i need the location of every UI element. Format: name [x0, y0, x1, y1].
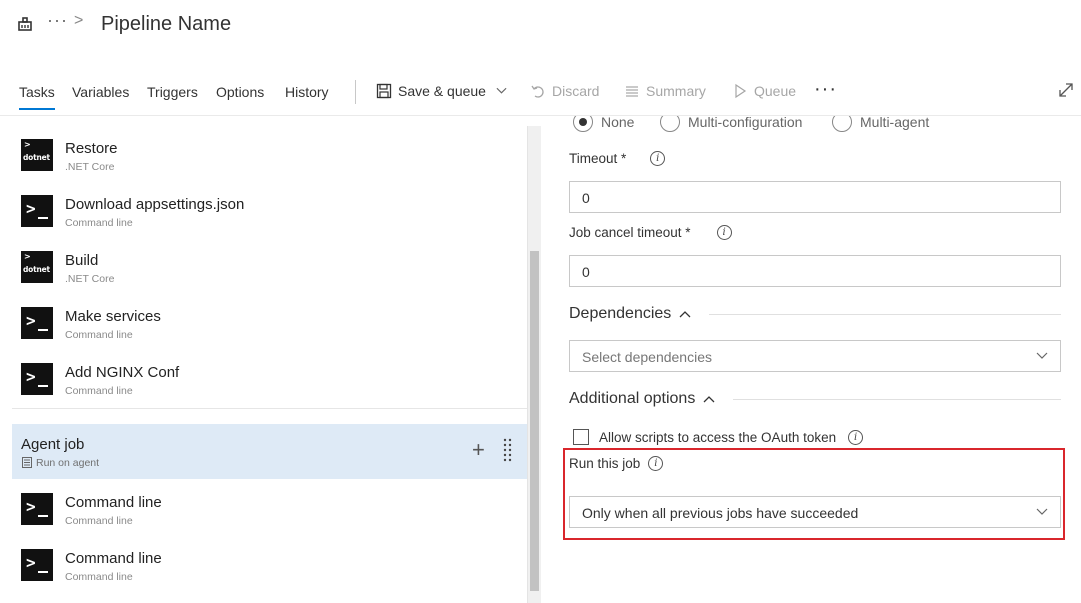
- toolbar: Tasks Variables Triggers Options History…: [0, 74, 1081, 114]
- task-name: Restore: [65, 140, 118, 157]
- tab-variables[interactable]: Variables: [72, 84, 129, 100]
- section-divider: [709, 313, 1061, 315]
- command-line-icon: >: [21, 307, 53, 339]
- info-icon[interactable]: i: [716, 225, 732, 240]
- task-type: Command line: [65, 329, 133, 341]
- agent-job-phase[interactable]: Agent job Run on agent +: [12, 424, 527, 479]
- toolbar-divider: [355, 80, 356, 104]
- command-line-icon: >: [21, 363, 53, 395]
- chevron-down-icon: [496, 87, 507, 94]
- tab-tasks[interactable]: Tasks: [19, 84, 55, 110]
- task-item-command-line-2[interactable]: > Command line Command line: [12, 536, 527, 592]
- section-divider: [733, 398, 1061, 400]
- summary-label: Summary: [646, 83, 706, 99]
- highlight-annotation-box: [563, 448, 1065, 540]
- more-actions-button[interactable]: ···: [814, 78, 837, 101]
- queue-button[interactable]: Queue: [732, 83, 796, 99]
- task-item-make-services[interactable]: > Make services Command line: [12, 294, 527, 350]
- play-icon: [735, 83, 747, 99]
- tab-options[interactable]: Options: [216, 84, 264, 100]
- parallelism-none-radio[interactable]: None: [573, 116, 634, 132]
- discard-button[interactable]: Discard: [530, 83, 599, 99]
- save-queue-label: Save & queue: [398, 83, 486, 99]
- queue-label: Queue: [754, 83, 797, 99]
- task-item-download-appsettings[interactable]: > Download appsettings.json Command line: [12, 182, 527, 238]
- task-name: Download appsettings.json: [65, 196, 245, 213]
- page-title: Pipeline Name: [101, 13, 232, 35]
- task-item-build[interactable]: > dotnet Build .NET Core: [12, 238, 527, 294]
- dotnet-icon: > dotnet: [21, 251, 53, 283]
- save-icon: [376, 83, 392, 99]
- chevron-up-icon: [703, 396, 715, 403]
- task-type: .NET Core: [65, 161, 115, 173]
- parallelism-multi-configuration-radio[interactable]: Multi-configuration: [660, 116, 802, 132]
- dependencies-dropdown[interactable]: Select dependencies: [569, 340, 1061, 372]
- task-type: Command line: [65, 571, 133, 583]
- list-icon: [626, 86, 638, 97]
- info-icon[interactable]: i: [650, 151, 666, 166]
- header: ··· > Pipeline Name: [0, 0, 1081, 56]
- chevron-up-icon: [679, 311, 691, 318]
- undo-icon: [531, 85, 544, 98]
- breadcrumb-more-button[interactable]: ···: [47, 10, 68, 31]
- drag-handle-icon[interactable]: [503, 437, 512, 465]
- dependencies-placeholder: Select dependencies: [582, 349, 712, 365]
- info-icon[interactable]: i: [848, 429, 864, 445]
- task-name: Command line: [65, 550, 162, 567]
- radio-label: Multi-agent: [860, 116, 930, 130]
- oauth-token-checkbox-row[interactable]: Allow scripts to access the OAuth token …: [573, 429, 864, 445]
- cancel-timeout-input[interactable]: 0: [569, 255, 1061, 287]
- chevron-down-icon: [1036, 352, 1048, 359]
- task-name: Make services: [65, 308, 161, 325]
- radio-unselected-icon: [660, 116, 680, 132]
- phase-divider: [12, 408, 527, 409]
- radio-selected-icon: [573, 116, 593, 132]
- oauth-token-checkbox[interactable]: [573, 429, 589, 445]
- command-line-icon: >: [21, 493, 53, 525]
- radio-label: None: [601, 116, 635, 130]
- breadcrumb-separator-icon: >: [74, 12, 84, 29]
- task-list-scrollbar[interactable]: [527, 126, 541, 603]
- dotnet-icon: > dotnet: [21, 139, 53, 171]
- expand-icon[interactable]: [1058, 82, 1074, 98]
- task-type: .NET Core: [65, 273, 115, 285]
- task-item-restore[interactable]: > dotnet Restore .NET Core: [12, 126, 527, 182]
- task-name: Add NGINX Conf: [65, 364, 180, 381]
- task-name: Command line: [65, 494, 162, 511]
- save-queue-button[interactable]: Save & queue: [376, 83, 507, 99]
- scrollbar-thumb[interactable]: [530, 251, 539, 591]
- oauth-token-label: Allow scripts to access the OAuth token: [599, 429, 837, 445]
- discard-label: Discard: [552, 83, 600, 99]
- task-type: Command line: [65, 217, 133, 229]
- cancel-timeout-label-text: Job cancel timeout *: [569, 225, 691, 240]
- task-type: Command line: [65, 385, 133, 397]
- section-title: Dependencies: [569, 305, 672, 322]
- server-icon: [22, 457, 32, 468]
- section-title: Additional options: [569, 390, 696, 407]
- tab-history[interactable]: History: [285, 84, 329, 100]
- task-type: Command line: [65, 515, 133, 527]
- task-item-add-nginx-conf[interactable]: > Add NGINX Conf Command line: [12, 350, 527, 406]
- radio-unselected-icon: [832, 116, 852, 132]
- additional-options-section-header[interactable]: Additional options: [569, 390, 1061, 408]
- timeout-label-text: Timeout *: [569, 151, 627, 166]
- radio-label: Multi-configuration: [688, 116, 803, 130]
- timeout-input[interactable]: 0: [569, 181, 1061, 213]
- agent-job-title: Agent job: [21, 436, 85, 453]
- agent-job-subtitle: Run on agent: [36, 457, 100, 469]
- task-list: > dotnet Restore .NET Core > Download app…: [12, 126, 527, 596]
- dependencies-section-header[interactable]: Dependencies: [569, 305, 1061, 323]
- summary-button[interactable]: Summary: [624, 83, 706, 99]
- tab-triggers[interactable]: Triggers: [147, 84, 198, 100]
- pipelines-logo-icon[interactable]: [16, 15, 34, 33]
- cancel-timeout-label: Job cancel timeout * i: [569, 225, 732, 240]
- parallelism-multi-agent-radio[interactable]: Multi-agent: [832, 116, 929, 132]
- timeout-label: Timeout * i: [569, 151, 666, 166]
- add-task-icon[interactable]: +: [472, 439, 485, 461]
- task-name: Build: [65, 252, 99, 269]
- task-item-command-line-1[interactable]: > Command line Command line: [12, 480, 527, 536]
- command-line-icon: >: [21, 195, 53, 227]
- command-line-icon: >: [21, 549, 53, 581]
